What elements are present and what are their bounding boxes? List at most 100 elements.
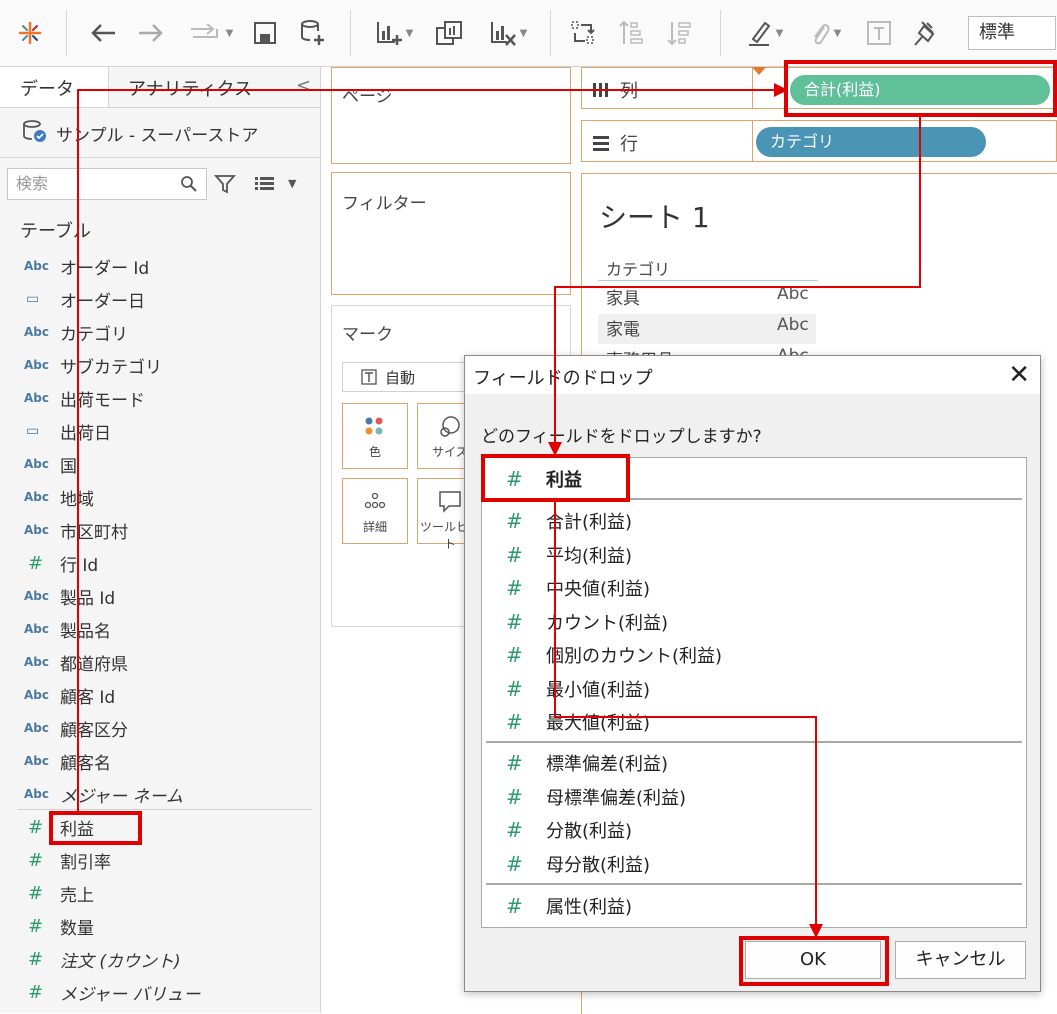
redo-icon[interactable]: [134, 14, 168, 52]
field-option-label: 最大値(利益): [546, 713, 651, 734]
rows-pill[interactable]: カテゴリ: [756, 127, 986, 157]
field-option[interactable]: # 分散(利益): [482, 814, 1026, 846]
field-option-label: カウント(利益): [546, 612, 669, 634]
field-item[interactable]: # 数量: [20, 910, 94, 942]
field-option-label: 平均(利益): [546, 545, 633, 567]
pages-shelf[interactable]: ページ: [331, 67, 571, 164]
field-item[interactable]: Abc オーダー Id: [20, 250, 149, 282]
annotation-line: [554, 716, 817, 718]
filters-shelf-title: フィルター: [342, 194, 427, 214]
number-type-icon: #: [506, 851, 523, 876]
highlight-icon[interactable]: ▼: [740, 14, 790, 52]
save-icon[interactable]: [248, 14, 282, 52]
field-option[interactable]: # 標準偏差(利益): [482, 747, 1026, 779]
field-item[interactable]: ▭ 出荷日: [20, 415, 111, 447]
field-item[interactable]: Abc地域: [20, 481, 94, 513]
field-item[interactable]: Abc カテゴリ: [20, 316, 128, 348]
field-item[interactable]: Abc 国: [20, 448, 77, 480]
field-option-label: 最小値(利益): [546, 679, 651, 701]
number-type-icon: #: [28, 816, 44, 838]
datasource-name: サンプル - スーパーストア: [56, 126, 259, 146]
annotation-line: [554, 502, 556, 718]
option-separator: [486, 498, 1022, 500]
rows-label: 行: [620, 134, 638, 155]
label-icon[interactable]: [862, 14, 896, 52]
color-button[interactable]: 色: [342, 403, 408, 469]
number-type-icon: #: [506, 542, 523, 567]
new-datasource-icon[interactable]: [296, 14, 330, 52]
field-item[interactable]: Abc 製品名: [20, 613, 111, 645]
field-label: 出荷モード: [60, 390, 145, 411]
annotation-line: [554, 286, 556, 444]
preset-select[interactable]: 標準: [968, 16, 1056, 50]
field-item[interactable]: Abc 顧客 Id: [20, 679, 115, 711]
field-option[interactable]: # カウント(利益): [482, 606, 1026, 638]
close-icon[interactable]: ✕: [1008, 360, 1030, 390]
tab-data[interactable]: データ: [20, 75, 74, 101]
field-item[interactable]: # 売上: [20, 877, 94, 909]
group-icon[interactable]: ▼: [800, 14, 850, 52]
field-item[interactable]: Abc 製品 Id: [20, 580, 115, 612]
detail-button[interactable]: 詳細: [342, 478, 408, 544]
annotation-line: [77, 90, 79, 813]
view-options-icon[interactable]: ▼: [254, 175, 296, 191]
sort-ascending-icon[interactable]: [614, 14, 648, 52]
tableau-logo-icon[interactable]: [12, 14, 48, 52]
columns-pill[interactable]: 合計(利益): [790, 75, 1050, 105]
field-option[interactable]: # 属性(利益): [482, 890, 1026, 922]
duplicate-icon[interactable]: [432, 14, 466, 52]
field-item[interactable]: # 割引率: [20, 844, 111, 876]
annotation-arrowhead: [774, 83, 788, 97]
field-item[interactable]: Abc 出荷モード: [20, 382, 145, 414]
collapse-pane-icon[interactable]: <: [296, 75, 311, 96]
sort-descending-icon[interactable]: [662, 14, 696, 52]
field-item[interactable]: Abc サブカテゴリ: [20, 349, 162, 381]
field-item[interactable]: Abc メジャー ネーム: [20, 778, 183, 810]
field-option[interactable]: # 平均(利益): [482, 539, 1026, 571]
field-item[interactable]: Abc 顧客区分: [20, 712, 128, 744]
field-option[interactable]: # 個別のカウント(利益): [482, 639, 1026, 671]
field-item[interactable]: # 利益: [20, 811, 94, 843]
ok-button[interactable]: OK: [745, 941, 881, 979]
pin-icon[interactable]: [908, 14, 942, 52]
cancel-button[interactable]: キャンセル: [895, 941, 1026, 979]
datasource-item[interactable]: サンプル - スーパーストア: [22, 119, 258, 148]
filter-icon[interactable]: [214, 173, 236, 199]
field-option[interactable]: # 母分散(利益): [482, 848, 1026, 880]
field-option[interactable]: # 中央値(利益): [482, 572, 1026, 604]
sheet-row-label[interactable]: 家電: [606, 315, 640, 340]
field-option[interactable]: # 合計(利益): [482, 505, 1026, 537]
field-option[interactable]: # 利益: [482, 463, 1026, 495]
new-worksheet-icon[interactable]: ▼: [366, 14, 422, 52]
replay-icon[interactable]: ▼: [182, 14, 238, 52]
columns-shelf[interactable]: 列 合計(利益): [581, 67, 1057, 109]
undo-icon[interactable]: [86, 14, 120, 52]
field-item[interactable]: Abc 都道府県: [20, 646, 128, 678]
field-option-label: 分散(利益): [546, 821, 633, 842]
field-item[interactable]: Abc 顧客名: [20, 745, 111, 777]
field-item[interactable]: ▭ オーダー日: [20, 283, 145, 315]
field-item[interactable]: # メジャー バリュー: [20, 976, 201, 1008]
field-label: 利益: [60, 819, 94, 840]
field-option[interactable]: # 最小値(利益): [482, 673, 1026, 705]
field-option-label: 属性(利益): [546, 897, 633, 918]
dialog-title: フィールドのドロップ: [473, 368, 653, 389]
number-type-icon: #: [28, 981, 44, 1003]
field-label: 製品名: [60, 621, 111, 642]
field-item[interactable]: # 注文 (カウント): [20, 943, 181, 975]
field-label: メジャー バリュー: [60, 984, 201, 1005]
string-type-icon: Abc: [24, 754, 49, 768]
field-option[interactable]: # 母標準偏差(利益): [482, 781, 1026, 813]
filters-shelf[interactable]: フィルター: [331, 172, 571, 295]
string-type-icon: Abc: [24, 721, 49, 735]
tab-analytics[interactable]: アナリティクス: [128, 75, 252, 101]
number-type-icon: #: [28, 552, 44, 574]
clear-sheet-icon[interactable]: ▼: [480, 14, 536, 52]
field-item[interactable]: Abc 市区町村: [20, 514, 128, 546]
field-item[interactable]: # 行 Id: [20, 547, 98, 579]
rows-shelf[interactable]: 行 カテゴリ: [581, 120, 1057, 162]
string-type-icon: Abc: [24, 259, 49, 273]
field-option[interactable]: # 最大値(利益): [482, 706, 1026, 738]
field-search-input[interactable]: 検索: [7, 168, 207, 200]
swap-icon[interactable]: [566, 14, 600, 52]
